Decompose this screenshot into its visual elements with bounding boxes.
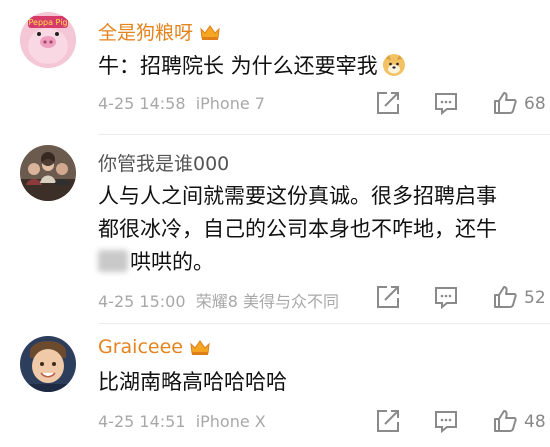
comment-text: 牛：招聘院长 为什么还要宰我 (98, 50, 406, 83)
comment-text: 人与人之间就需要这份真诚。很多招聘启事 都很冰冷，自己的公司本身也不咋地，还牛 … (98, 180, 497, 279)
crown-vip-icon (200, 24, 220, 40)
device-source[interactable]: 荣耀8 美得与众不同 (196, 292, 339, 311)
username-text[interactable]: 全是狗粮呀 (98, 18, 193, 45)
forward-icon[interactable] (375, 408, 401, 434)
username[interactable]: 你管我是谁000 (98, 149, 229, 176)
divider (98, 134, 550, 135)
thumbs-up-icon[interactable] (492, 408, 518, 434)
like-count: 48 (524, 412, 546, 432)
timestamp: 4-25 14:58 (98, 94, 186, 113)
like-count: 68 (524, 94, 546, 114)
comment-icon[interactable] (433, 408, 459, 434)
timestamp: 4-25 15:00 (98, 292, 186, 311)
comment-icon[interactable] (433, 284, 459, 310)
device-source[interactable]: iPhone X (196, 412, 266, 431)
crown-vip-icon (190, 340, 210, 355)
avatar[interactable] (20, 145, 76, 201)
timestamp: 4-25 14:51 (98, 412, 186, 431)
blurred-word (98, 250, 128, 272)
avatar-logo-text: Peppa Pig (28, 18, 67, 27)
comment-meta: 4-25 14:51 iPhone X (98, 412, 266, 431)
comment-line: 牛：招聘院长 为什么还要宰我 (98, 54, 378, 78)
comment-icon[interactable] (433, 90, 459, 116)
forward-icon[interactable] (375, 284, 401, 310)
comment-line: 比湖南略高哈哈哈哈 (98, 370, 287, 394)
comment-meta: 4-25 14:58 iPhone 7 (98, 94, 265, 113)
thumbs-up-icon[interactable] (492, 284, 518, 310)
like-count: 52 (524, 288, 546, 308)
device-source[interactable]: iPhone 7 (196, 94, 265, 113)
username[interactable]: 全是狗粮呀 (98, 18, 221, 45)
comment-text: 比湖南略高哈哈哈哈 (98, 366, 287, 399)
comment-line-3: 哄哄的。 (98, 246, 497, 279)
comment-line: 哄哄的。 (130, 250, 214, 274)
username-text[interactable]: 你管我是谁000 (98, 149, 229, 176)
comment-line: 都很冰冷，自己的公司本身也不咋地，还牛 (98, 217, 497, 241)
comment-line: 人与人之间就需要这份真诚。很多招聘启事 (98, 184, 497, 208)
avatar[interactable]: Peppa Pig (20, 12, 76, 68)
username-text[interactable]: Graiceee (98, 336, 183, 358)
forward-icon[interactable] (375, 90, 401, 116)
comment-meta: 4-25 15:00 荣耀8 美得与众不同 (98, 288, 339, 312)
thumbs-up-icon[interactable] (492, 90, 518, 116)
username[interactable]: Graiceee (98, 336, 211, 358)
divider (98, 323, 550, 324)
doge-emoji-icon (382, 54, 405, 76)
avatar[interactable] (20, 336, 76, 392)
